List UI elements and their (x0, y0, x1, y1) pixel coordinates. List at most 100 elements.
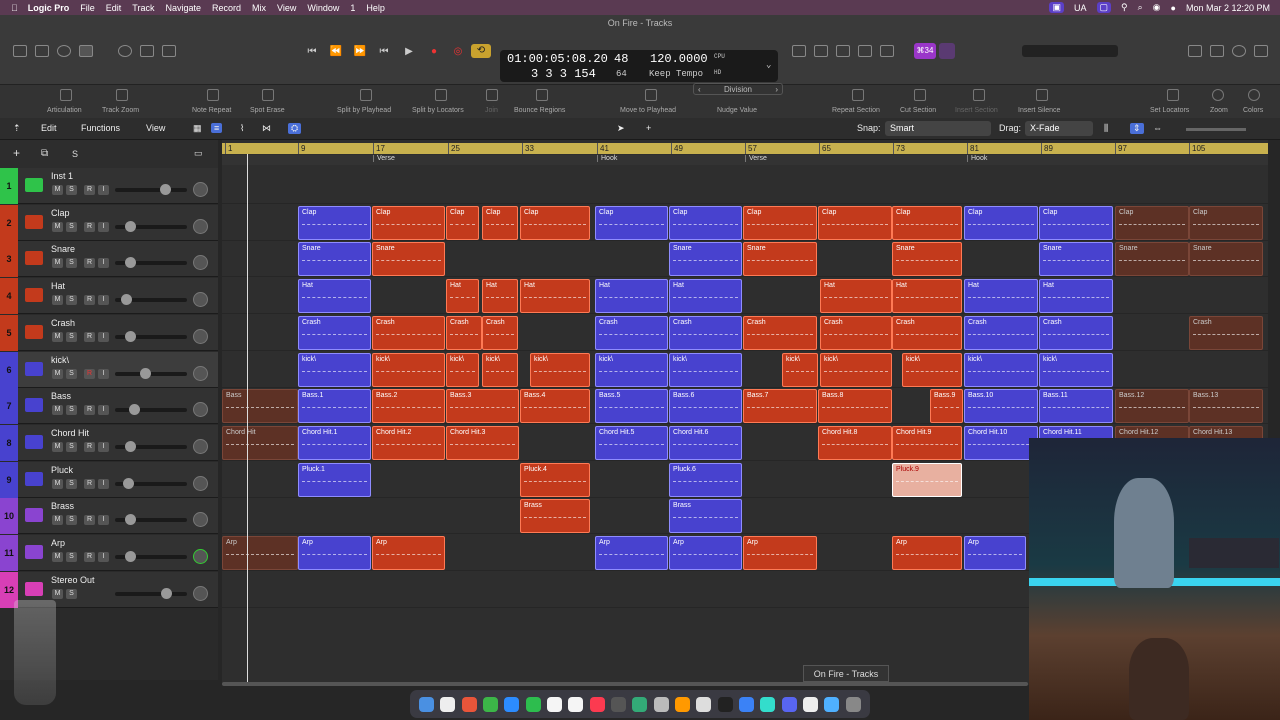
fader-knob[interactable] (129, 404, 140, 416)
colors-icon[interactable] (1248, 89, 1260, 101)
tool-repeat-section[interactable]: Repeat Section (832, 107, 880, 114)
dock-app-icon[interactable] (781, 696, 797, 712)
marker-label[interactable]: Verse (373, 155, 395, 162)
division-left-icon[interactable]: ‹ (698, 84, 701, 95)
track-name[interactable]: Crash (51, 318, 75, 328)
region-hat[interactable]: Hat (1039, 279, 1113, 314)
region-bass[interactable]: Bass.10 (964, 389, 1038, 424)
region-clap[interactable]: Clap (743, 205, 817, 240)
mirror-icon[interactable]: ▢ (1096, 2, 1112, 13)
fader-knob[interactable] (160, 184, 171, 195)
region-crash[interactable]: Crash (372, 315, 445, 350)
region-clap[interactable]: Clap (482, 205, 518, 240)
input-monitor-button[interactable]: I (98, 295, 109, 306)
region-bass[interactable]: Bass.7 (743, 389, 817, 424)
region-kick[interactable]: kick\ (669, 352, 742, 387)
tool-split-playhead[interactable]: Split by Playhead (337, 107, 391, 114)
region-arp[interactable]: Arp (892, 536, 962, 570)
track-lane[interactable]: Bass Bass.1 Bass.2 Bass.3 Bass.4 Bass.5 Bass.6… (222, 388, 1268, 425)
dock-app-icon[interactable] (632, 696, 648, 712)
mixer-icon[interactable] (140, 45, 154, 57)
tool-bounce-regions[interactable]: Bounce Regions (514, 107, 565, 114)
lcd-display[interactable]: 01:00:05:08.20 48 120.0000 3 3 3 154 64 … (500, 50, 778, 82)
region-crash[interactable]: Crash (1039, 315, 1113, 350)
previous-icon[interactable]: ⏮ (374, 45, 394, 59)
pan-knob[interactable] (193, 549, 208, 564)
tool-track-zoom[interactable]: Track Zoom (102, 107, 139, 114)
track-lane[interactable] (222, 168, 1268, 204)
add-track-icon[interactable]: + (13, 146, 20, 160)
list-view-icon[interactable]: ≡ (211, 123, 223, 133)
track-header[interactable]: 11 Arp M S R I (0, 535, 218, 571)
tool-note-repeat[interactable]: Note Repeat (192, 107, 231, 114)
horizontal-zoom-icon[interactable]: ⇔ (1153, 123, 1162, 133)
region-bass[interactable]: Bass.9 (930, 389, 963, 424)
set-locators-icon[interactable] (1167, 89, 1179, 101)
division-right-icon[interactable]: › (775, 84, 778, 95)
dock-app-icon[interactable] (760, 696, 776, 712)
master-icon[interactable] (880, 45, 894, 57)
playhead[interactable] (247, 154, 248, 685)
region-arp[interactable]: Arp (595, 536, 668, 570)
pointer-tool-icon[interactable]: ➤ (617, 123, 625, 134)
cycle-icon[interactable]: ⟲ (471, 44, 491, 58)
region-snare[interactable]: Snare (1115, 242, 1189, 277)
dock-app-icon[interactable] (483, 696, 499, 712)
fader-knob[interactable] (125, 330, 136, 342)
region-hat[interactable]: Hat (482, 279, 518, 314)
region-bass[interactable]: Bass.11 (1039, 389, 1113, 424)
browser-icon[interactable] (1254, 45, 1268, 57)
track-header[interactable]: 9 Pluck M S R I (0, 461, 218, 498)
record-enable-button[interactable]: R (84, 368, 95, 379)
record-icon[interactable]: ● (424, 45, 444, 59)
region-chord[interactable]: Chord Hit.9 (892, 425, 962, 460)
volume-fader[interactable] (115, 404, 187, 416)
volume-fader[interactable] (115, 220, 187, 232)
solo-button[interactable]: S (66, 185, 77, 195)
tool-colors[interactable]: Colors (1243, 107, 1263, 114)
mute-button[interactable]: M (52, 515, 63, 526)
volume-fader[interactable] (115, 257, 187, 269)
catch-icon[interactable]: ⛭ (288, 123, 302, 134)
notepad-icon[interactable] (1210, 45, 1224, 57)
pan-knob[interactable] (193, 255, 208, 271)
antenna-icon[interactable]: ⚲ (1121, 2, 1128, 13)
menu-record[interactable]: Record (212, 3, 241, 13)
pan-knob[interactable] (193, 365, 208, 381)
region-chord[interactable]: Chord Hit.8 (818, 425, 892, 460)
region-clap[interactable]: Clap (372, 205, 445, 240)
region-chord[interactable]: Chord Hit.10 (964, 425, 1038, 460)
editors-icon[interactable] (162, 45, 176, 57)
fader-knob[interactable] (121, 294, 132, 306)
play-icon[interactable]: ▶ (399, 45, 419, 59)
dock-app-icon[interactable] (461, 696, 477, 712)
inspector-icon[interactable] (35, 45, 49, 57)
region-crash[interactable]: Crash (964, 315, 1038, 350)
region-chord[interactable]: Chord Hit.2 (372, 425, 445, 460)
track-header[interactable]: 2 Clap M S R I (0, 204, 218, 241)
region-snare[interactable]: Snare (1189, 242, 1263, 277)
tempo-icon[interactable] (939, 43, 955, 59)
record-enable-button[interactable]: R (84, 258, 95, 269)
track-name[interactable]: Clap (51, 208, 70, 218)
region-kick[interactable]: kick\ (782, 352, 818, 387)
track-header[interactable]: 1 Inst 1 M S R I (0, 168, 218, 204)
track-lane[interactable]: Hat Hat Hat Hat Hat Hat Hat Hat Hat Hat (222, 278, 1268, 315)
region-crash[interactable]: Crash (669, 315, 742, 350)
tool-zoom[interactable]: Zoom (1210, 107, 1228, 114)
track-header[interactable]: 5 Crash M S R I (0, 314, 218, 351)
region-arp[interactable]: Arp (222, 536, 298, 570)
region-snare[interactable]: Snare (743, 242, 817, 277)
input-monitor-button[interactable]: I (98, 405, 109, 416)
track-name[interactable]: Pluck (51, 465, 73, 475)
track-name[interactable]: Arp (51, 538, 65, 548)
tool-nudge-value[interactable]: Nudge Value (717, 107, 757, 114)
dock-app-icon[interactable] (696, 696, 712, 712)
region-crash[interactable]: Crash (482, 315, 518, 350)
go-to-start-icon[interactable]: ⏮ (302, 45, 322, 59)
region-bass[interactable]: Bass.4 (520, 389, 590, 424)
marker-label[interactable]: Hook (597, 155, 617, 162)
global-tracks-button[interactable]: S (72, 149, 78, 159)
mute-button[interactable]: M (52, 221, 63, 232)
region-pluck[interactable]: Pluck.4 (520, 462, 590, 497)
